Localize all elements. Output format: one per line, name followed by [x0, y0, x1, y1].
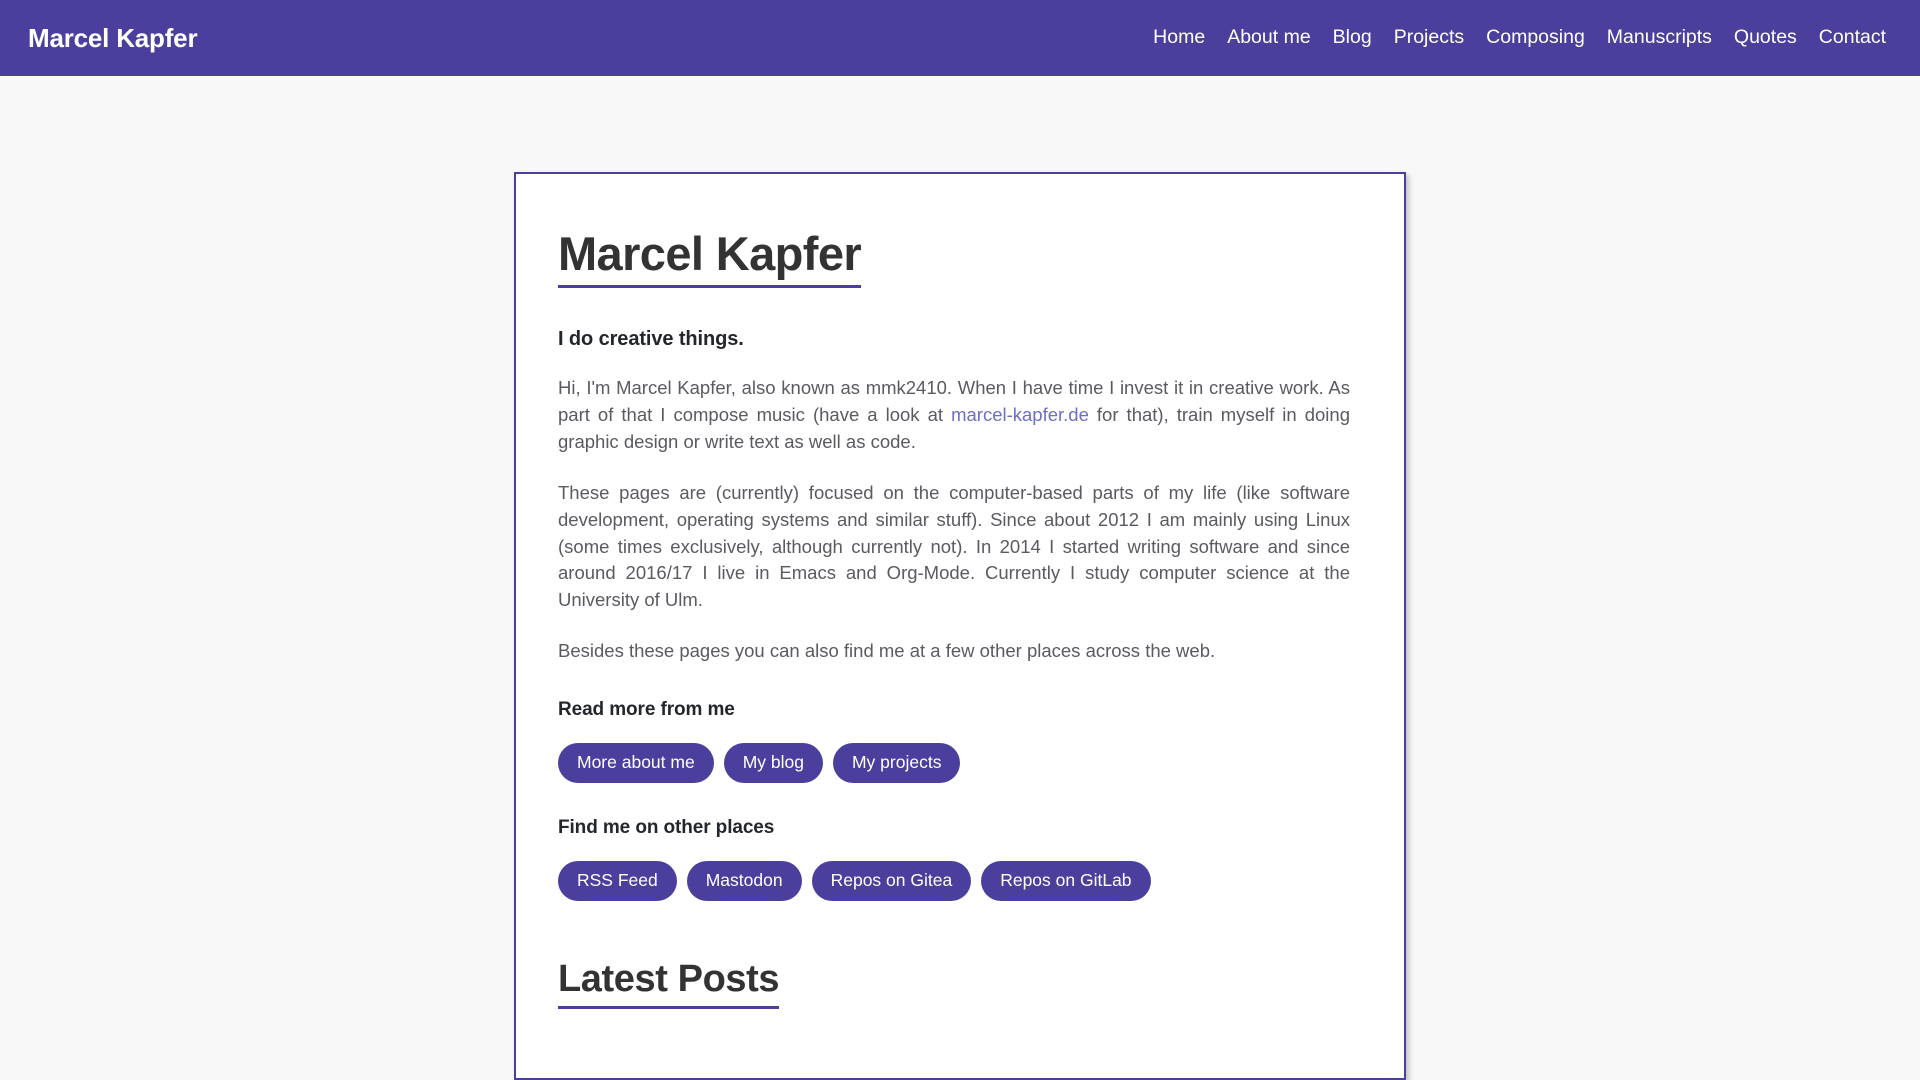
nav-item-contact[interactable]: Contact: [1819, 28, 1886, 48]
elsewhere-paragraph: Besides these pages you can also find me…: [558, 639, 1216, 661]
page-title: Marcel Kapfer: [558, 226, 862, 289]
repos-on-gitlab-button[interactable]: Repos on GitLab: [981, 861, 1151, 902]
about-paragraph: These pages are (currently) focused on t…: [558, 481, 1350, 611]
read-more-heading: Read more from me: [558, 698, 735, 720]
nav-item-home[interactable]: Home: [1153, 28, 1205, 48]
my-projects-button[interactable]: My projects: [832, 742, 961, 784]
other-places-heading: Find me on other places: [558, 817, 775, 839]
nav-item-blog[interactable]: Blog: [1333, 28, 1372, 48]
rss-feed-button[interactable]: RSS Feed: [558, 861, 677, 902]
mastodon-button[interactable]: Mastodon: [686, 861, 802, 902]
nav-item-quotes[interactable]: Quotes: [1734, 28, 1797, 48]
repos-on-gitea-button[interactable]: Repos on Gitea: [811, 861, 972, 902]
my-blog-button[interactable]: My blog: [723, 742, 823, 784]
marcel-kapfer-de-link[interactable]: marcel-kapfer.de: [951, 404, 1089, 425]
main-navigation: Home About me Blog Projects Composing Ma…: [1153, 28, 1886, 48]
nav-item-manuscripts[interactable]: Manuscripts: [1607, 28, 1712, 48]
site-header: Marcel Kapfer Home About me Blog Project…: [0, 0, 1920, 76]
read-more-button-row: More about me My blog My projects: [558, 742, 1350, 784]
nav-item-about-me[interactable]: About me: [1227, 28, 1310, 48]
latest-posts-heading: Latest Posts: [558, 957, 780, 1010]
content-card: Marcel Kapfer I do creative things. Hi, …: [514, 172, 1406, 1080]
nav-item-composing[interactable]: Composing: [1486, 28, 1585, 48]
tagline: I do creative things.: [558, 328, 744, 351]
more-about-me-button[interactable]: More about me: [558, 742, 714, 784]
site-brand-link[interactable]: Marcel Kapfer: [28, 25, 198, 51]
page-area: Marcel Kapfer I do creative things. Hi, …: [0, 76, 1920, 1080]
intro-paragraph: Hi, I'm Marcel Kapfer, also known as mmk…: [558, 375, 1350, 455]
nav-item-projects[interactable]: Projects: [1394, 28, 1464, 48]
other-places-button-row: RSS Feed Mastodon Repos on Gitea Repos o…: [558, 861, 1350, 902]
